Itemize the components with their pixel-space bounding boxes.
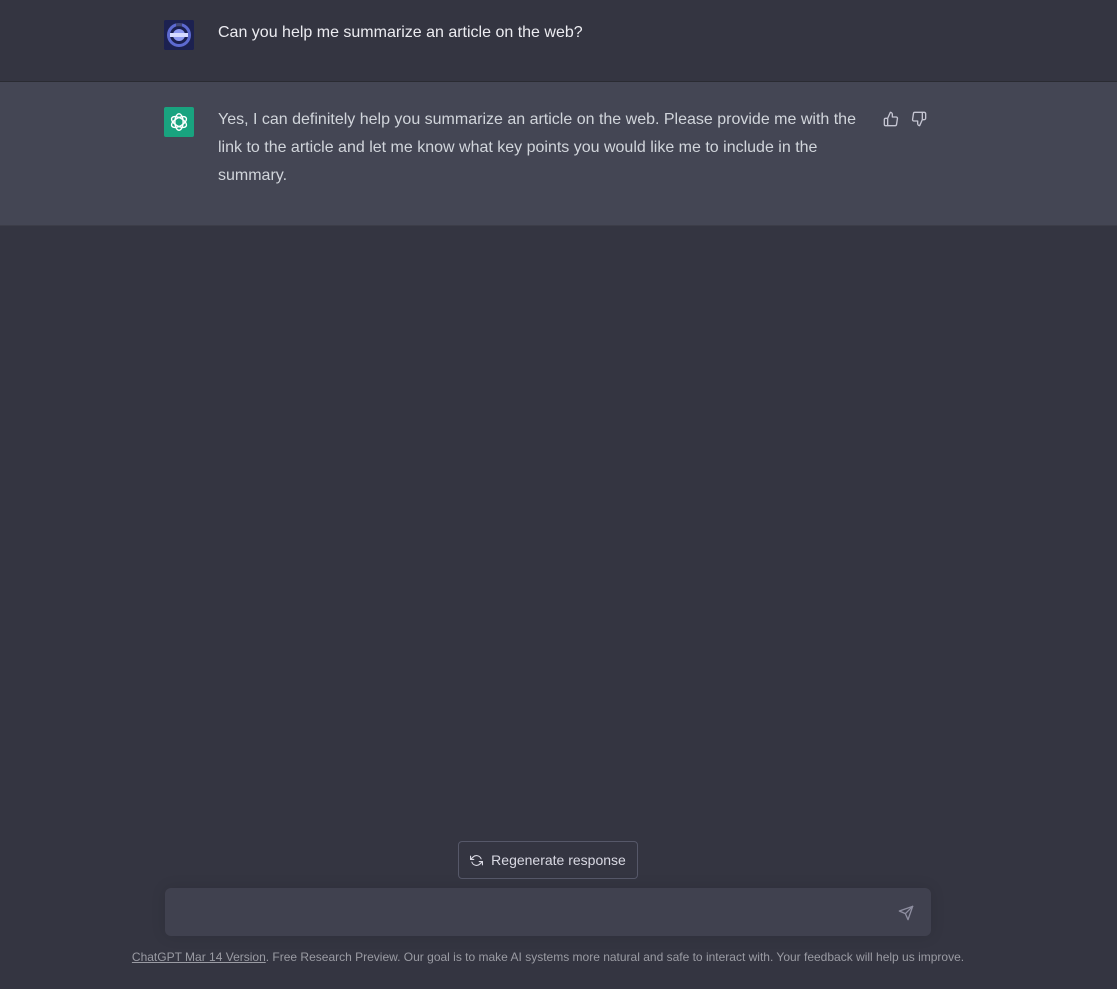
send-icon (898, 905, 914, 921)
regenerate-label: Regenerate response (491, 852, 626, 868)
thumbs-down-icon (911, 111, 927, 127)
regenerate-response-button[interactable]: Regenerate response (458, 841, 638, 879)
user-avatar (164, 20, 194, 50)
thumbs-up-icon (883, 111, 899, 127)
refresh-icon (470, 854, 484, 866)
feedback-controls (882, 110, 928, 128)
assistant-avatar (164, 107, 194, 137)
assistant-message-text: Yes, I can definitely help you summarize… (218, 111, 856, 184)
thumbs-up-button[interactable] (882, 110, 900, 128)
assistant-message-row: Yes, I can definitely help you summarize… (0, 82, 1117, 226)
user-message-row: Can you help me summarize an article on … (0, 0, 1117, 82)
footer-text: . Free Research Preview. Our goal is to … (265, 950, 965, 964)
message-input[interactable] (181, 900, 881, 924)
message-input-box (165, 888, 931, 936)
footer-disclaimer: ChatGPT Mar 14 Version. Free Research Pr… (0, 949, 1096, 965)
user-avatar-image (164, 20, 194, 50)
thumbs-down-button[interactable] (910, 110, 928, 128)
openai-logo-icon (170, 113, 188, 131)
user-message-text: Can you help me summarize an article on … (218, 24, 583, 41)
version-link[interactable]: ChatGPT Mar 14 Version (132, 950, 266, 964)
send-button[interactable] (897, 904, 915, 922)
chat-view: Can you help me summarize an article on … (0, 0, 1117, 989)
